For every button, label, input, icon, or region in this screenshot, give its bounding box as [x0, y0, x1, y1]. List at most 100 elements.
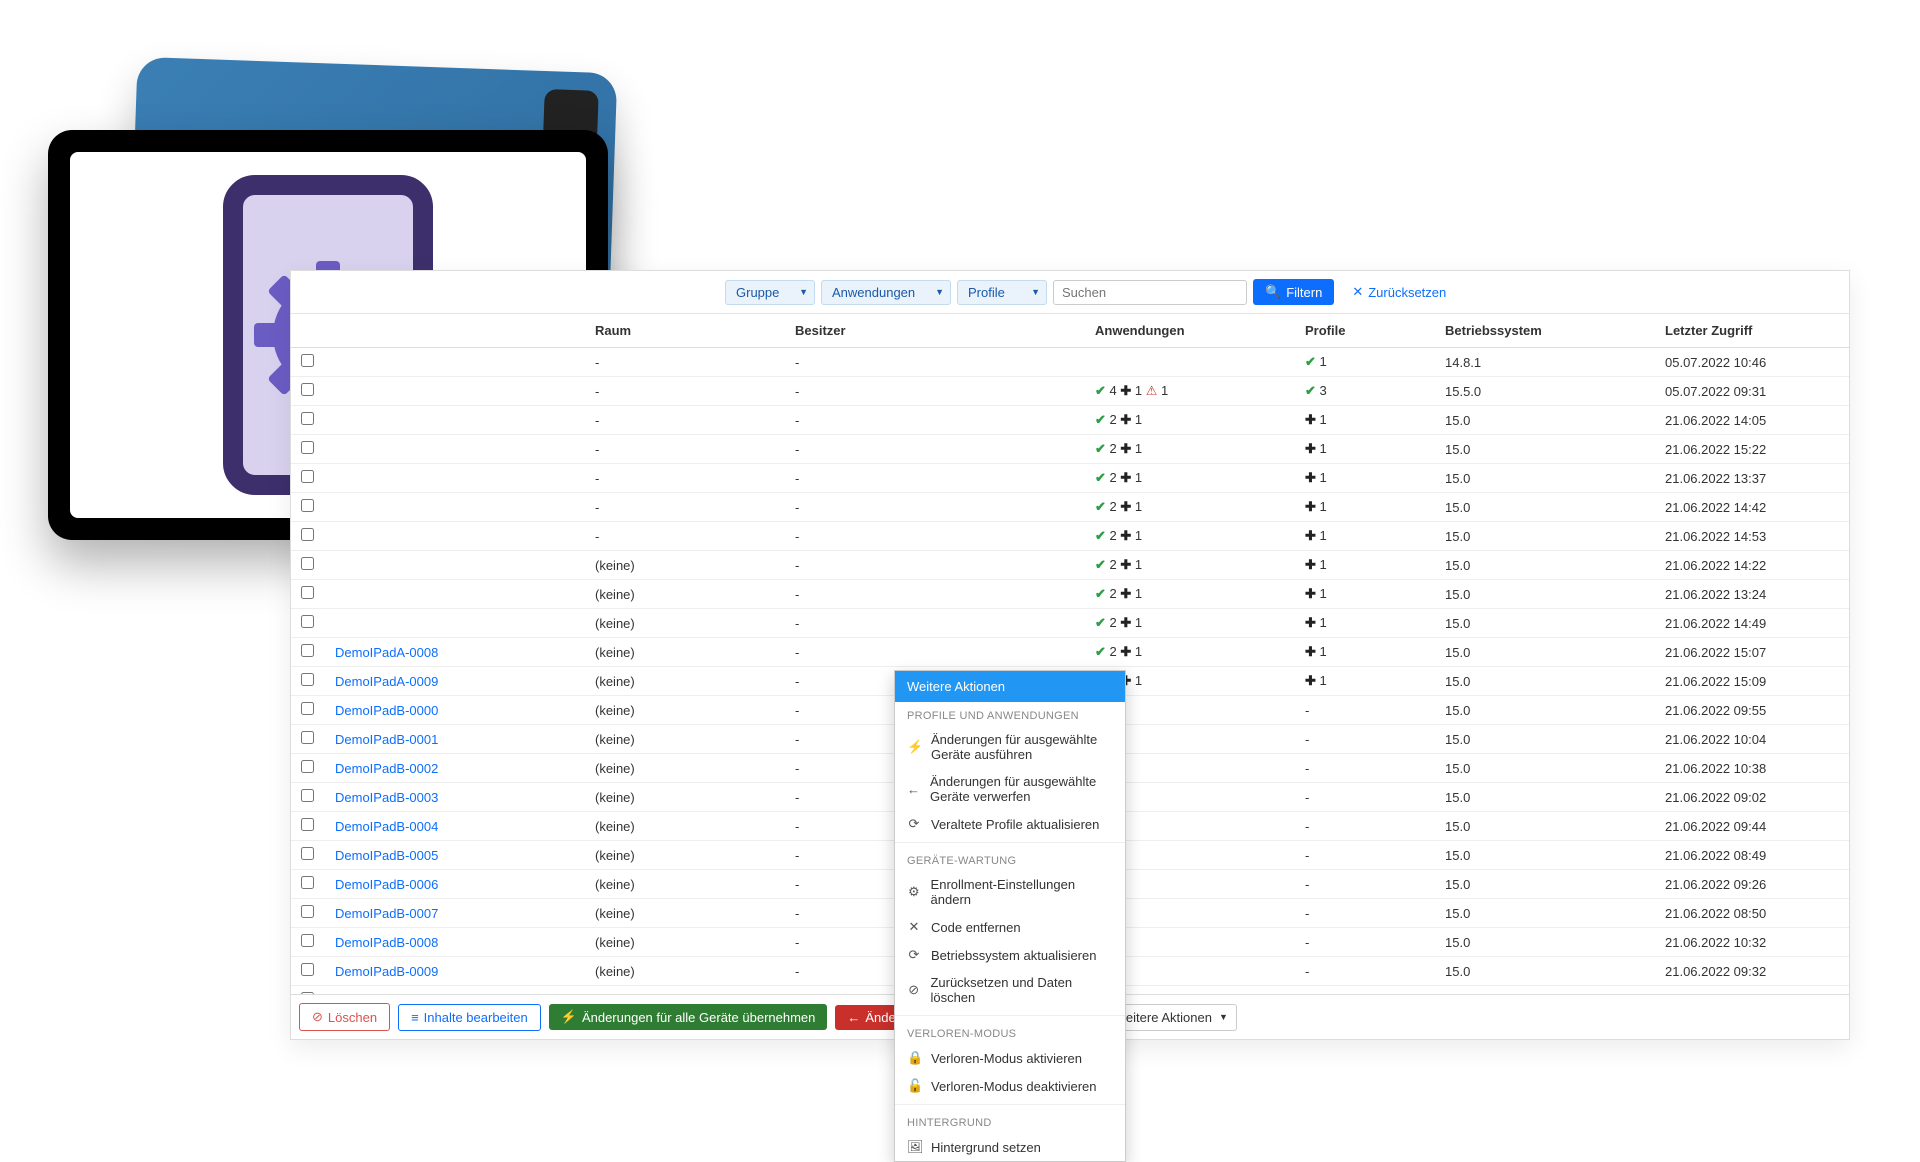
cell-os: 15.0	[1435, 638, 1655, 667]
cell-zugriff: 21.06.2022 08:50	[1655, 899, 1849, 928]
menu-discard-selected[interactable]: ← Änderungen für ausgewählte Geräte verw…	[895, 768, 1125, 810]
check-icon: ✔	[1305, 383, 1316, 398]
filter-apps-select[interactable]: Anwendungen	[821, 280, 951, 305]
row-checkbox[interactable]	[301, 354, 314, 367]
table-row[interactable]: --✔ 2 ✚ 1 ✚ 1 15.021.06.2022 13:37	[291, 464, 1849, 493]
close-icon: ✕	[1352, 284, 1363, 300]
table-row[interactable]: --✔ 2 ✚ 1 ✚ 1 15.021.06.2022 14:42	[291, 493, 1849, 522]
close-icon: ✕	[907, 919, 921, 935]
menu-set-background-label: Hintergrund setzen	[931, 1140, 1041, 1155]
menu-wipe[interactable]: ⊘ Zurücksetzen und Daten löschen	[895, 969, 1125, 1011]
device-name-link[interactable]: DemoIPadA-0009	[335, 674, 438, 689]
row-checkbox[interactable]	[301, 934, 314, 947]
cell-anwendungen: ✔ 2 ✚ 1	[1085, 464, 1295, 493]
filter-profiles-select[interactable]: Profile	[957, 280, 1047, 305]
device-name-link[interactable]: DemoIPadB-0009	[335, 964, 438, 979]
row-checkbox[interactable]	[301, 789, 314, 802]
row-checkbox[interactable]	[301, 963, 314, 976]
table-row[interactable]: DemoIPadA-0008(keine)-✔ 2 ✚ 1 ✚ 1 15.021…	[291, 638, 1849, 667]
row-checkbox[interactable]	[301, 528, 314, 541]
cell-raum: (keine)	[585, 667, 785, 696]
menu-lost-off-label: Verloren-Modus deaktivieren	[931, 1079, 1096, 1094]
apply-all-button[interactable]: ⚡ Änderungen für alle Geräte übernehmen	[549, 1004, 828, 1030]
table-row[interactable]: --✔ 2 ✚ 1 ✚ 1 15.021.06.2022 14:53	[291, 522, 1849, 551]
menu-remove-code[interactable]: ✕ Code entfernen	[895, 913, 1125, 941]
device-name-link[interactable]: DemoIPadB-0004	[335, 819, 438, 834]
col-os[interactable]: Betriebssystem	[1435, 314, 1655, 348]
table-row[interactable]: --✔ 1 14.8.105.07.2022 10:46	[291, 348, 1849, 377]
device-name-link[interactable]: DemoIPadB-0002	[335, 761, 438, 776]
cell-besitzer: -	[785, 493, 1085, 522]
row-checkbox[interactable]	[301, 644, 314, 657]
device-name-link[interactable]: DemoIPadB-0005	[335, 848, 438, 863]
device-name-link[interactable]: DemoIPadA-0008	[335, 645, 438, 660]
cell-zugriff: 21.06.2022 14:42	[1655, 493, 1849, 522]
row-checkbox[interactable]	[301, 470, 314, 483]
col-besitzer[interactable]: Besitzer	[785, 314, 1085, 348]
col-zugriff[interactable]: Letzter Zugriff	[1655, 314, 1849, 348]
table-row[interactable]: --✔ 2 ✚ 1 ✚ 1 15.021.06.2022 14:05	[291, 406, 1849, 435]
row-checkbox[interactable]	[301, 760, 314, 773]
device-name-link[interactable]: DemoIPadB-0001	[335, 732, 438, 747]
cell-os: 15.0	[1435, 725, 1655, 754]
table-row[interactable]: --✔ 4 ✚ 1 ⚠ 1 ✔ 3 15.5.005.07.2022 09:31	[291, 377, 1849, 406]
row-checkbox[interactable]	[301, 702, 314, 715]
row-checkbox[interactable]	[301, 615, 314, 628]
menu-lost-on-label: Verloren-Modus aktivieren	[931, 1051, 1082, 1066]
cell-besitzer: -	[785, 464, 1085, 493]
check-icon: ✔	[1095, 586, 1106, 601]
menu-update-os[interactable]: ⟳ Betriebssystem aktualisieren	[895, 941, 1125, 969]
plus-icon: ✚	[1305, 441, 1316, 456]
cell-profile: ✚ 1	[1295, 580, 1435, 609]
table-row[interactable]: (keine)-✔ 2 ✚ 1 ✚ 1 15.021.06.2022 14:22	[291, 551, 1849, 580]
table-row[interactable]: --✔ 2 ✚ 1 ✚ 1 15.021.06.2022 15:22	[291, 435, 1849, 464]
edit-content-button[interactable]: ≡ Inhalte bearbeiten	[398, 1004, 541, 1031]
device-name-link[interactable]: DemoIPadB-0000	[335, 703, 438, 718]
filter-button[interactable]: 🔍 Filtern	[1253, 279, 1334, 305]
row-checkbox[interactable]	[301, 731, 314, 744]
cell-os: 15.0	[1435, 580, 1655, 609]
row-checkbox[interactable]	[301, 383, 314, 396]
row-checkbox[interactable]	[301, 673, 314, 686]
menu-lost-off[interactable]: 🔓 Verloren-Modus deaktivieren	[895, 1072, 1125, 1100]
filter-group-select[interactable]: Gruppe	[725, 280, 815, 305]
col-raum[interactable]: Raum	[585, 314, 785, 348]
table-row[interactable]: (keine)-✔ 2 ✚ 1 ✚ 1 15.021.06.2022 14:49	[291, 609, 1849, 638]
row-checkbox[interactable]	[301, 818, 314, 831]
row-checkbox[interactable]	[301, 499, 314, 512]
col-anwendungen[interactable]: Anwendungen	[1085, 314, 1295, 348]
menu-lost-on[interactable]: 🔒 Verloren-Modus aktivieren	[895, 1044, 1125, 1072]
menu-apply-selected[interactable]: ⚡ Änderungen für ausgewählte Geräte ausf…	[895, 726, 1125, 768]
image-icon: 🖼	[907, 1139, 921, 1155]
device-name-link[interactable]: DemoIPadB-0008	[335, 935, 438, 950]
cell-profile: ✚ 1	[1295, 435, 1435, 464]
cell-raum: (keine)	[585, 957, 785, 986]
menu-update-profiles[interactable]: ⟳ Veraltete Profile aktualisieren	[895, 810, 1125, 838]
filter-button-label: Filtern	[1286, 285, 1322, 300]
device-name-link[interactable]: DemoIPadB-0003	[335, 790, 438, 805]
cell-os: 15.0	[1435, 957, 1655, 986]
table-row[interactable]: (keine)-✔ 2 ✚ 1 ✚ 1 15.021.06.2022 13:24	[291, 580, 1849, 609]
row-checkbox[interactable]	[301, 412, 314, 425]
cell-zugriff: 21.06.2022 08:49	[1655, 841, 1849, 870]
menu-enrollment[interactable]: ⚙ Enrollment-Einstellungen ändern	[895, 871, 1125, 913]
row-checkbox[interactable]	[301, 847, 314, 860]
delete-button[interactable]: ⊘ Löschen	[299, 1003, 390, 1031]
reset-button[interactable]: ✕ Zurücksetzen	[1340, 279, 1458, 305]
row-checkbox[interactable]	[301, 905, 314, 918]
device-name-link[interactable]: DemoIPadB-0006	[335, 877, 438, 892]
cell-raum: -	[585, 493, 785, 522]
row-checkbox[interactable]	[301, 441, 314, 454]
plus-icon: ✚	[1120, 441, 1131, 456]
undo-icon: ←	[847, 1010, 860, 1025]
device-name-link[interactable]: DemoIPadB-0007	[335, 906, 438, 921]
menu-set-background[interactable]: 🖼 Hintergrund setzen	[895, 1133, 1125, 1161]
row-checkbox[interactable]	[301, 876, 314, 889]
row-checkbox[interactable]	[301, 586, 314, 599]
row-checkbox[interactable]	[301, 557, 314, 570]
col-profile[interactable]: Profile	[1295, 314, 1435, 348]
cell-os: 15.0	[1435, 435, 1655, 464]
cell-raum: (keine)	[585, 870, 785, 899]
cell-anwendungen: ✔ 2 ✚ 1	[1085, 435, 1295, 464]
search-input[interactable]	[1053, 280, 1247, 305]
